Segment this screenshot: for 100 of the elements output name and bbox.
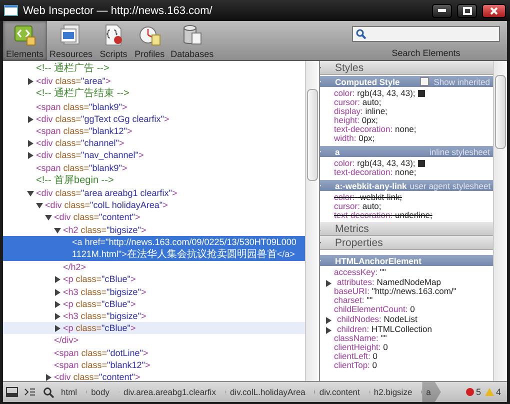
minimize-button[interactable] (432, 4, 452, 18)
closing-tag[interactable]: </div> (54, 334, 85, 347)
collapsed-triangle-icon[interactable] (54, 276, 61, 284)
dom-node[interactable]: <!-- 通栏广告结束 --> (36, 87, 136, 101)
tree-row[interactable]: <!-- 首屏begin --> (3, 174, 305, 188)
dom-node[interactable]: <h3 class="bigsize"> (63, 286, 152, 298)
dom-node[interactable]: <div class="content"> (54, 211, 146, 224)
maximize-button[interactable] (457, 4, 477, 18)
expanded-triangle-icon[interactable] (54, 226, 61, 234)
dom-node[interactable]: <a href="http://news.163.com/09/0225/13/530HT09L0001121M.html">在法华人集会抗议抢卖圆明园兽首</a> (72, 236, 305, 262)
collapsed-triangle-icon[interactable] (54, 288, 61, 296)
css-property: color: -webkit-link; (334, 193, 402, 202)
tree-row[interactable]: <div class="nav_channel"> (3, 149, 305, 162)
dom-node[interactable]: <div class="content"> (54, 371, 146, 381)
tree-row[interactable]: <div class="ggText cGg clearfix"> (3, 112, 305, 126)
css-property: text-decoration: underline; (334, 211, 432, 220)
toolbar-button[interactable]: Databases (168, 21, 217, 60)
dom-node[interactable]: <p class="cBlue"> (63, 273, 142, 286)
closing-tag[interactable]: </h2> (63, 261, 92, 274)
dom-node[interactable]: <div class="ggText cGg clearfix"> (36, 112, 176, 126)
dom-node[interactable]: <span class="dotLine"> (54, 346, 154, 359)
dom-node[interactable]: <p class="cBlue"> (63, 322, 142, 334)
tree-row[interactable]: <div class="colL holidayArea"> (3, 199, 305, 212)
tree-row[interactable]: <div class="content"> (3, 211, 305, 224)
error-icon (466, 388, 474, 396)
collapsed-triangle-icon[interactable] (27, 152, 34, 160)
maximize-icon (462, 6, 472, 15)
dom-node[interactable]: <span class="blank9"> (36, 100, 134, 113)
expanded-triangle-icon[interactable] (27, 190, 34, 198)
dom-node[interactable]: <span class="blank12"> (54, 358, 156, 372)
hovered-row[interactable]: <p class="cBlue"> (3, 322, 305, 334)
tree-row[interactable]: <span class="dotLine"> (3, 346, 305, 359)
tree-row[interactable]: <h3 class="bigsize"> (3, 286, 305, 298)
dom-node[interactable]: <div class="colL holidayArea"> (45, 199, 174, 212)
dom-node[interactable]: <span class="blank12"> (36, 125, 138, 138)
dom-node[interactable]: <div class="area"> (36, 75, 117, 88)
tree-row[interactable]: <!-- 通栏广告结束 --> (3, 87, 305, 101)
breadcrumb[interactable]: div.area.areabg1.clearfix (120, 382, 226, 402)
window-title: Web Inspector — http://news.163.com/ (23, 4, 214, 17)
dom-node[interactable]: <!-- 通栏广告 --> (36, 62, 116, 76)
section-header[interactable]: Styles (320, 61, 493, 75)
toolbar-button[interactable]: Elements (3, 21, 47, 60)
dom-node[interactable]: <p class="cBlue"> (63, 298, 142, 310)
selected-row[interactable]: <a href="http://news.163.com/09/0225/13/530HT09L0001121M.html">在法华人集会抗议抢卖圆明园兽首</a> (3, 236, 305, 262)
search-icon (42, 386, 54, 398)
collapsed-triangle-icon[interactable] (27, 116, 34, 123)
section-header[interactable]: Properties (320, 236, 493, 250)
expanded-triangle-icon[interactable] (36, 202, 43, 210)
collapsed-triangle-icon[interactable] (325, 280, 332, 287)
tree-row[interactable]: <!-- 通栏广告 --> (3, 62, 305, 76)
collapsed-triangle-icon[interactable] (325, 317, 332, 324)
tree-row[interactable]: <p class="cBlue"> (3, 273, 305, 286)
close-button[interactable] (482, 4, 506, 18)
section-header[interactable]: Metrics (320, 222, 493, 236)
breadcrumb[interactable]: div.colL.holidayArea (226, 382, 316, 402)
dom-node[interactable]: <div class="nav_channel"> (36, 149, 150, 162)
collapsed-triangle-icon[interactable] (27, 78, 34, 86)
collapsed-triangle-icon[interactable] (27, 140, 34, 148)
tree-row[interactable]: <div class="area areabg1 clearfix"> (3, 187, 305, 200)
scrollbar[interactable] (305, 61, 319, 381)
window-dock-icon (6, 387, 18, 397)
dom-node[interactable]: <!-- 首屏begin --> (36, 174, 120, 188)
dom-node[interactable]: <div class="channel"> (36, 137, 130, 150)
breadcrumb[interactable]: html (57, 382, 88, 402)
tree-row[interactable]: <span class="blank12"> (3, 358, 305, 372)
tree-row[interactable]: <span class="blank12"> (3, 125, 305, 138)
console-icon (24, 387, 36, 397)
object-property: children: HTMLCollection (337, 324, 432, 334)
search-field[interactable] (352, 26, 500, 42)
dom-node[interactable]: <h3 class="bigsize"> (63, 310, 152, 322)
css-property: cursor: auto; (334, 98, 382, 107)
object-property: accessKey: "" (334, 268, 386, 277)
breadcrumb[interactable]: div.content (315, 382, 370, 402)
toolbar-button[interactable]: Scripts (96, 21, 132, 60)
tree-row[interactable]: <span class="blank9"> (3, 100, 305, 113)
dom-node[interactable]: <h2 class="bigsize"> (63, 224, 152, 236)
expanded-triangle-icon[interactable] (45, 214, 52, 222)
tree-row[interactable]: <h2 class="bigsize"> (3, 224, 305, 236)
object-property: className: "" (334, 334, 387, 343)
warning-icon (484, 388, 494, 396)
breadcrumb[interactable]: a (422, 382, 441, 402)
collapsed-triangle-icon[interactable] (325, 327, 332, 334)
collapsed-triangle-icon[interactable] (45, 374, 52, 381)
collapsed-triangle-icon[interactable] (54, 325, 61, 332)
tree-row[interactable]: <p class="cBlue"> (3, 298, 305, 310)
tree-row[interactable]: <span class="blank9"> (3, 162, 305, 174)
collapsed-triangle-icon[interactable] (54, 300, 61, 308)
tree-row[interactable]: <div class="content"> (3, 371, 305, 381)
toolbar-button[interactable]: Profiles (132, 21, 168, 60)
scrollbar[interactable] (493, 61, 507, 381)
tree-row[interactable]: <div class="channel"> (3, 137, 305, 150)
collapsed-triangle-icon[interactable] (54, 313, 61, 320)
tree-row[interactable]: <h3 class="bigsize"> (3, 310, 305, 322)
breadcrumb[interactable]: body (87, 382, 120, 402)
checkbox[interactable] (420, 77, 429, 86)
tree-row[interactable]: <div class="area"> (3, 75, 305, 88)
dom-node[interactable]: <span class="blank9"> (36, 162, 134, 174)
code-brackets-icon (12, 23, 37, 48)
toolbar-button[interactable]: Resources (46, 21, 96, 60)
dom-node[interactable]: <div class="area areabg1 clearfix"> (36, 187, 184, 200)
